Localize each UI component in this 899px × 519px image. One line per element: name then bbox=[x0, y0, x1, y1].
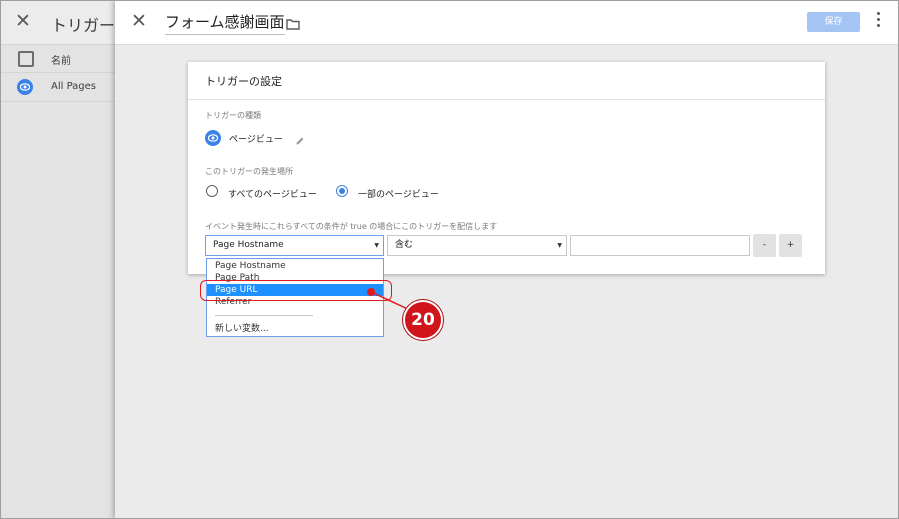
callout-line bbox=[370, 291, 411, 311]
callout-dot bbox=[367, 288, 375, 296]
step-number-badge: 20 bbox=[403, 300, 443, 340]
